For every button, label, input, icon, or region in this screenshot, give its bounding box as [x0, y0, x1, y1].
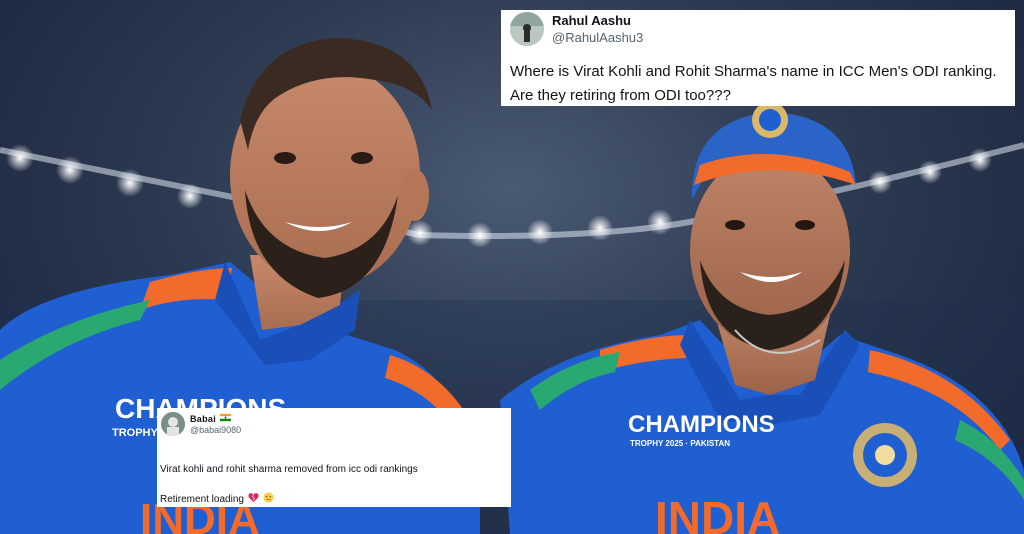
sad-face-icon [262, 492, 274, 503]
jersey-left-trophy: TROPHY [112, 427, 159, 439]
author-name-text: Babai [190, 414, 217, 424]
avatar[interactable] [161, 412, 185, 436]
jersey-right-champions: CHAMPIONS [628, 411, 775, 438]
jersey-right-trophy: TROPHY 2025 · PAKISTAN [630, 439, 730, 448]
tweet-text-line2-text: Retirement loading [160, 494, 244, 505]
broken-heart-icon [248, 493, 259, 503]
author-handle[interactable]: @RahulAashu3 [552, 30, 643, 45]
tweet-text-line1: Virat kohli and rohit sharma removed fro… [160, 464, 418, 475]
stadium-lights [0, 142, 1024, 248]
author-name[interactable]: Babai [190, 412, 231, 424]
author-handle[interactable]: @babai9080 [190, 425, 241, 435]
jersey-right-india: INDIA [655, 492, 780, 534]
tweet-card-main[interactable]: Rahul Aashu @RahulAashu3 Where is Virat … [501, 10, 1015, 106]
tweet-card-secondary[interactable]: Babai @babai9080 Virat kohli and rohit s… [157, 408, 511, 507]
author-name[interactable]: Rahul Aashu [552, 13, 631, 28]
tweet-text: Where is Virat Kohli and Rohit Sharma's … [510, 63, 997, 104]
avatar-person-icon [161, 412, 185, 436]
avatar[interactable] [510, 12, 544, 46]
avatar-person-icon [510, 12, 544, 46]
india-flag-icon [219, 413, 231, 422]
tweet-text-line2: Retirement loading [160, 492, 274, 505]
